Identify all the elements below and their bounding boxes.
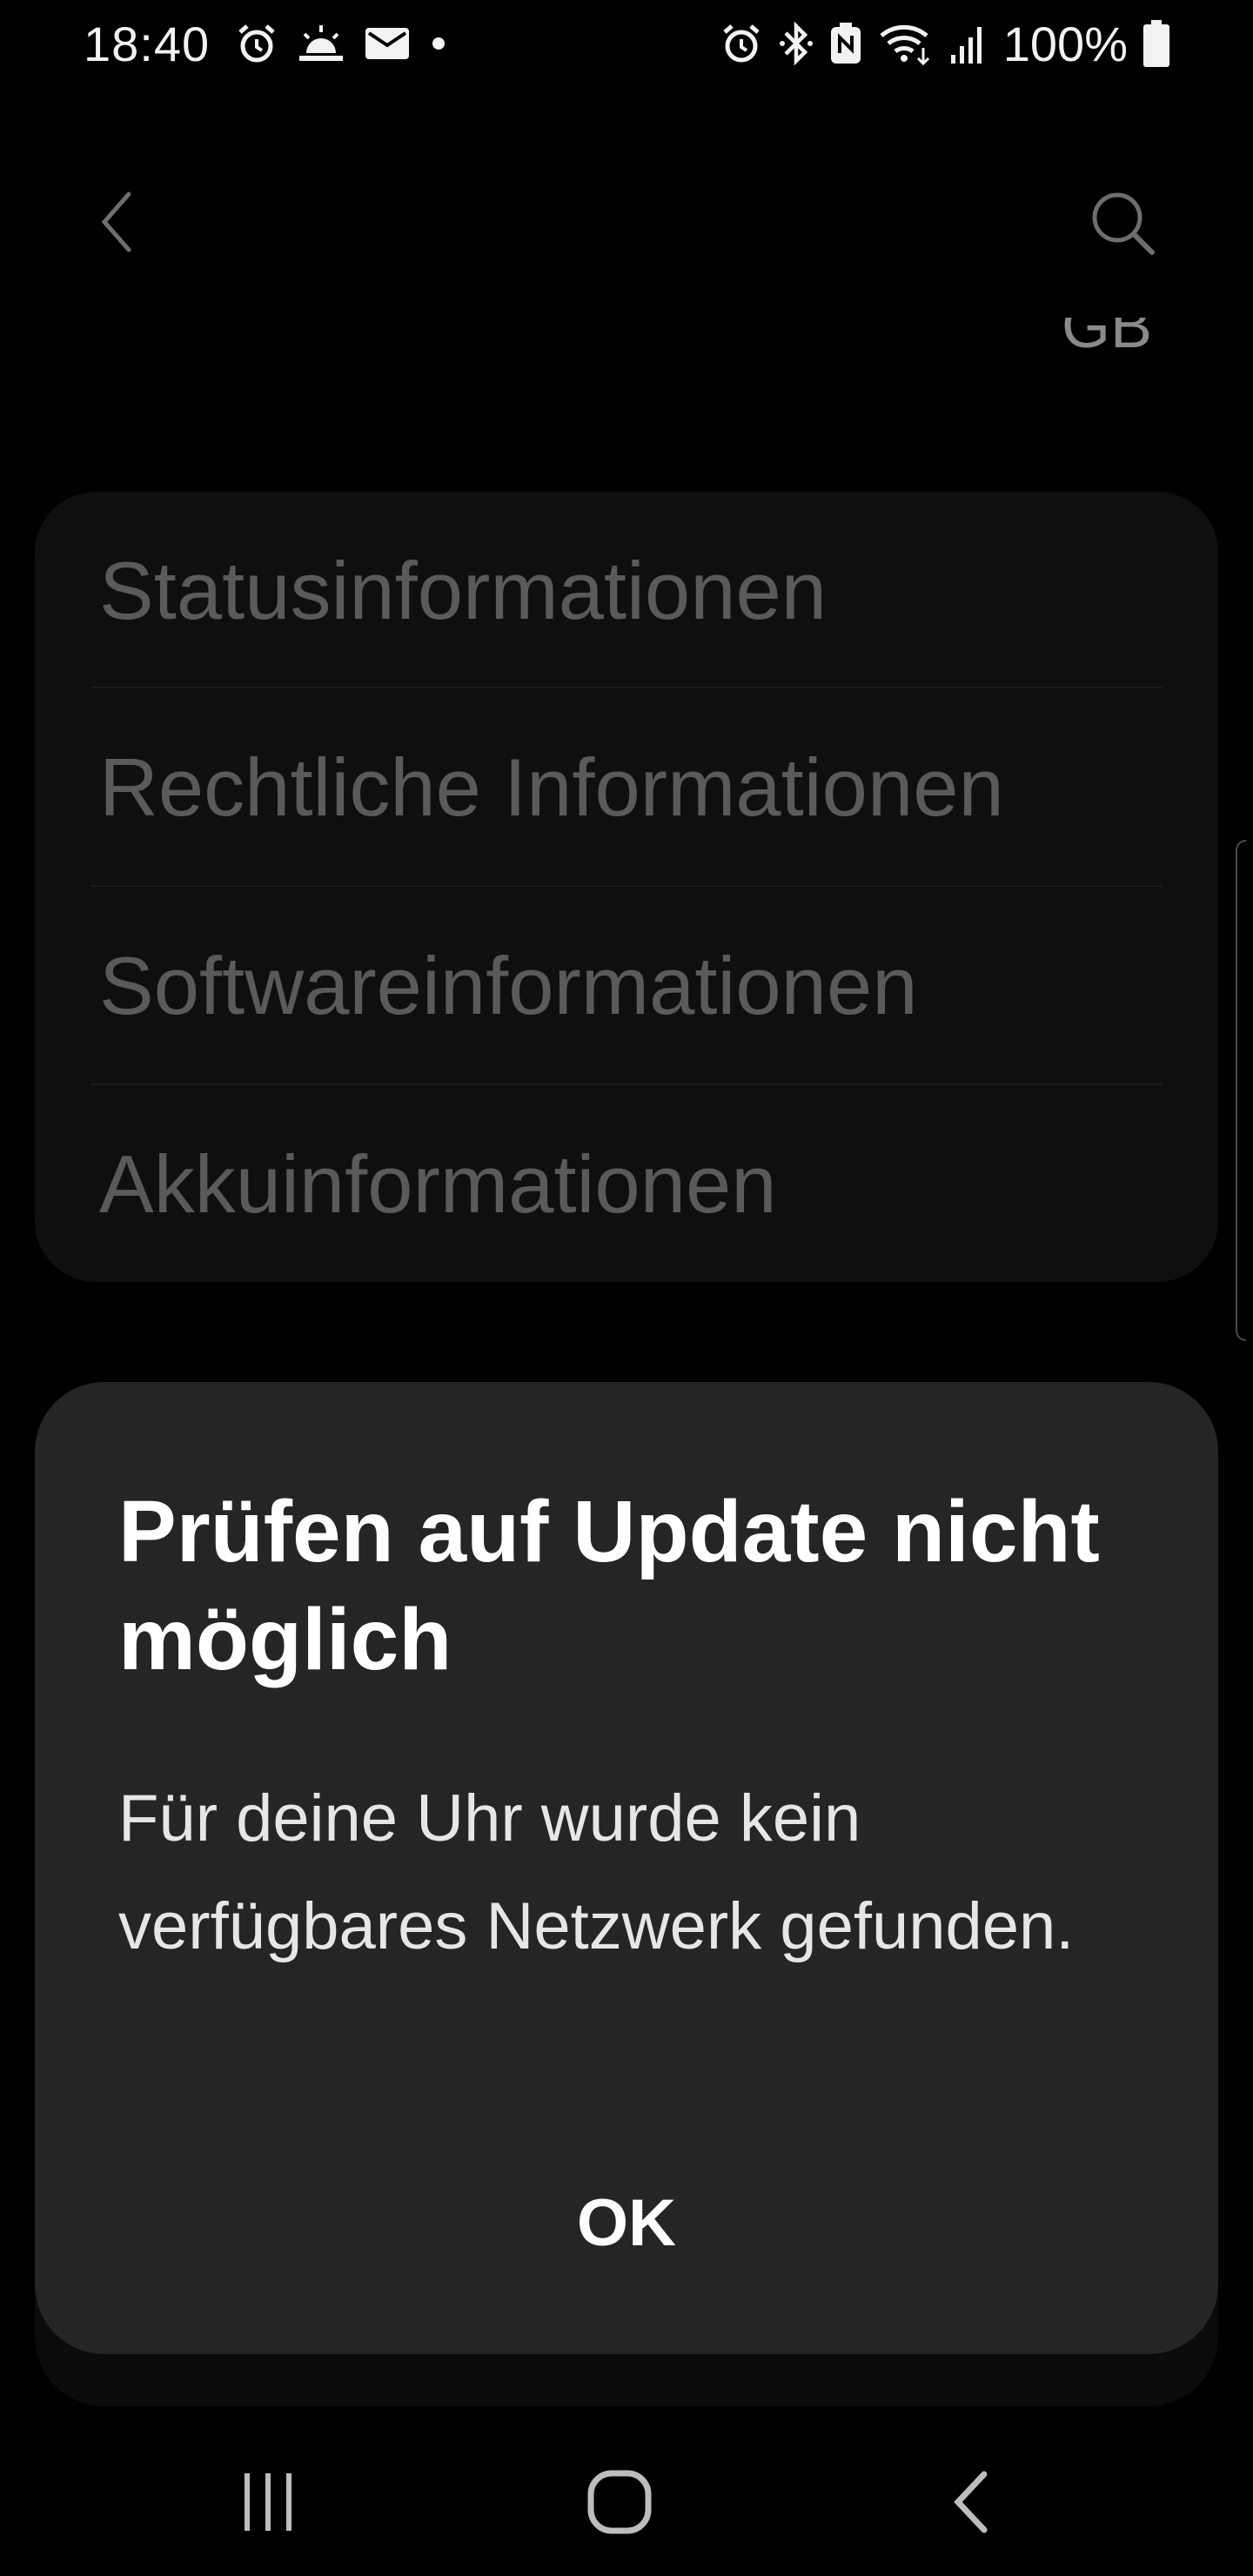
recents-icon — [245, 2473, 291, 2531]
info-list-card: Statusinformationen Rechtliche Informati… — [35, 492, 1218, 1282]
navigation-bar — [0, 2411, 1253, 2576]
search-button[interactable] — [1084, 184, 1163, 263]
list-item-label: Akkuinformationen — [99, 1138, 777, 1230]
ok-button[interactable]: OK — [505, 2162, 748, 2284]
notification-icons — [235, 19, 447, 68]
system-icons: 100% — [720, 16, 1169, 71]
recents-button[interactable] — [224, 2459, 312, 2546]
status-time: 18:40 — [84, 17, 211, 71]
list-item-software-info[interactable]: Softwareinformationen — [35, 887, 1218, 1085]
email-icon — [364, 24, 411, 63]
battery-icon — [1143, 20, 1169, 67]
list-item-battery-info[interactable]: Akkuinformationen — [35, 1085, 1218, 1282]
status-bar: 18:40 100% — [0, 0, 1253, 87]
list-item-label: Statusinformationen — [99, 545, 828, 636]
sunrise-icon — [298, 23, 345, 64]
dialog-title: Prüfen auf Update nicht möglich — [118, 1483, 1100, 1688]
list-item-status-info[interactable]: Statusinformationen — [35, 492, 1218, 690]
dialog-message: Für deine Uhr wurde kein verfügbares Net… — [118, 1781, 1075, 1963]
scrollbar[interactable] — [1236, 840, 1246, 1341]
back-button[interactable] — [87, 178, 157, 265]
battery-percent: 100% — [1002, 16, 1128, 71]
list-item-label: Rechtliche Informationen — [99, 741, 1004, 833]
update-error-dialog: Prüfen auf Update nicht möglich Für dein… — [35, 1382, 1218, 2354]
wifi-icon — [878, 22, 934, 65]
alarm-icon — [235, 22, 278, 65]
bluetooth-icon — [779, 21, 814, 66]
signal-icon — [949, 22, 988, 65]
back-chevron-icon — [101, 191, 131, 252]
nav-back-button[interactable] — [928, 2459, 1015, 2546]
storage-unit-label: GB — [1061, 292, 1152, 361]
home-button[interactable] — [576, 2459, 663, 2546]
back-icon — [954, 2471, 988, 2533]
alarm-icon — [720, 22, 763, 65]
list-item-legal-info[interactable]: Rechtliche Informationen — [35, 688, 1218, 887]
nfc-icon — [829, 22, 862, 65]
list-item-label: Softwareinformationen — [99, 940, 918, 1031]
search-icon — [1092, 192, 1155, 255]
home-icon — [587, 2470, 652, 2534]
dot-icon — [430, 35, 447, 52]
